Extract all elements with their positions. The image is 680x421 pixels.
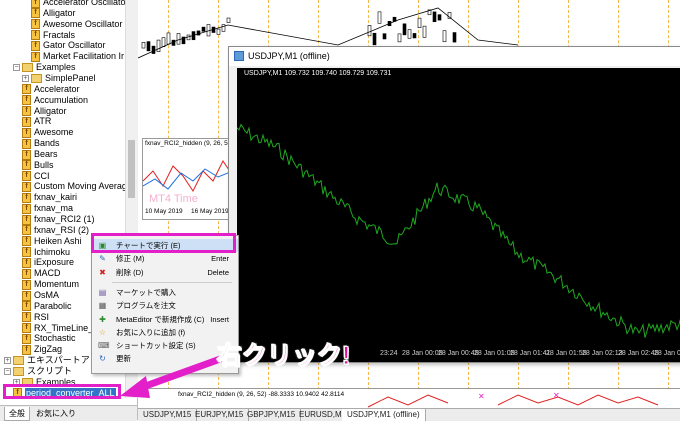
background-indicator-panel: fxnav_RCI2_hidden (9, 26, 52) MT4 Time 1… [142, 138, 234, 220]
tree-item-label: Bears [34, 148, 58, 159]
collapse-icon[interactable]: − [13, 64, 20, 72]
chart-tab-bar: USDJPY,M15 EURJPY,M15 GBPJPY,M15 EURUSD,… [138, 408, 680, 421]
indicator-lines [143, 160, 233, 192]
tree-item-label: Bulls [34, 159, 54, 170]
time-axis-label: 28 Jan 02:13 [582, 350, 623, 357]
right-click-callout: 右クリック! [216, 342, 351, 371]
menu-item-label: お気に入りに追加 (f) [116, 327, 186, 337]
menu-item-label: プログラムを注文 [116, 301, 176, 311]
indicator-label: fxnav_RCI2_hidden (9, 26, 52) [145, 140, 234, 147]
time-axis-label: 28 Jan 00:45 [438, 350, 479, 357]
arrow-icon [120, 354, 227, 398]
menu-item-delete[interactable]: ✖ 削除 (D) Delete [92, 266, 238, 279]
chart-tab-usdjpy-m1-offline[interactable]: USDJPY,M1 (offline) [342, 409, 426, 421]
menu-item-label: マーケットで購入 [116, 287, 176, 297]
menu-item-shortcut: Enter [211, 254, 229, 264]
svg-text:✕: ✕ [553, 391, 560, 400]
tree-item-label: Ichimoku [34, 246, 71, 257]
scrollbar-thumb[interactable] [128, 140, 135, 198]
date-label: 16 May 2019 [191, 208, 229, 215]
menu-item-label: 削除 (D) [116, 267, 144, 277]
menu-item-label: 修正 (M) [116, 254, 145, 264]
offline-chart-window[interactable]: USDJPY,M1 (offline) USDJPY,M1 109.732 10… [228, 46, 680, 363]
expand-icon[interactable]: + [22, 75, 29, 83]
tree-item-label: Momentum [34, 279, 80, 290]
menu-item-market[interactable]: ▤ マーケットで購入 [92, 286, 238, 299]
navigator-tab-bar: 全般 お気に入り [0, 405, 137, 421]
highlight-frame-run-on-chart [91, 233, 236, 253]
tree-item-label: Stochastic [34, 333, 76, 344]
tree-item-label: ZigZag [34, 344, 63, 355]
tree-item-label: MACD [34, 268, 61, 279]
chart-tab-gbpjpy-m15[interactable]: GBPJPY,M15 [242, 409, 302, 421]
refresh-icon: ↻ [99, 354, 106, 364]
tree-item-label: Heiken Ashi [34, 235, 82, 246]
time-axis-label: 28 Jan 02:45 [618, 350, 659, 357]
tree-item-label: Alligator [34, 105, 67, 116]
tree-item-label: fxnav_ma [34, 203, 74, 214]
date-label: 10 May 2019 [145, 208, 183, 215]
window-title: USDJPY,M1 (offline) [248, 51, 330, 61]
tree-item-label: Examples [36, 62, 76, 73]
tree-item-label: Market Facilitation Ir [43, 51, 125, 62]
tree-item-label: Gator Oscillator [43, 40, 106, 51]
time-axis-label: 28 Jan 01:41 [510, 350, 551, 357]
chart-window-icon [234, 51, 244, 61]
time-axis-label: 28 Jan 01:05 [474, 350, 515, 357]
metaeditor-icon: ✚ [99, 314, 106, 324]
svg-text:✕: ✕ [478, 392, 485, 401]
time-axis-label: 28 Jan 01:55 [546, 350, 587, 357]
time-axis-label: 28 Jan 03 [654, 350, 680, 357]
tree-item-label: CCI [34, 170, 50, 181]
folder-icon [31, 74, 42, 84]
tree-item-label: Bands [34, 138, 60, 149]
tree-item-label: fxnav_RSI (2) [34, 224, 90, 235]
price-chart[interactable]: USDJPY,M1 109.732 109.740 109.729 109.73… [237, 68, 680, 362]
window-title-bar[interactable]: USDJPY,M1 (offline) [229, 47, 680, 66]
folder-icon [13, 367, 24, 377]
tab-favorites[interactable]: お気に入り [32, 407, 80, 420]
tree-item-label: Parabolic [34, 300, 72, 311]
tree-item-label: Alligator [43, 7, 76, 18]
tree-item-label: Awesome [34, 127, 74, 138]
chart-tab-usdjpy-m15[interactable]: USDJPY,M15 [138, 409, 198, 421]
tree-item-label: Awesome Oscillator [43, 18, 123, 29]
menu-separator [112, 281, 232, 283]
folder-icon [22, 63, 33, 73]
menu-item-shortcut: Insert [210, 314, 229, 324]
tree-item-label: ATR [34, 116, 52, 127]
order-icon: ▦ [98, 301, 107, 311]
tree-item-label: OsMA [34, 289, 60, 300]
tree-item-label: Custom Moving Average [34, 181, 132, 192]
menu-item-label: MetaEditor で新規作成 (C) [116, 314, 205, 324]
favorite-icon: ☆ [98, 327, 107, 337]
menu-item-order[interactable]: ▦ プログラムを注文 [92, 299, 238, 312]
time-axis-label: 23:24 [380, 350, 398, 357]
menu-item-edit[interactable]: ✎ 修正 (M) Enter [92, 252, 238, 265]
highlight-frame-script [3, 384, 121, 399]
tree-item-label: fxnav_kairi [34, 192, 78, 203]
tab-common[interactable]: 全般 [4, 407, 30, 421]
menu-item-metaeditor[interactable]: ✚ MetaEditor で新規作成 (C) Insert [92, 313, 238, 326]
tree-item-label: RSI [34, 311, 50, 322]
time-axis-label: 28 Jan 00:05 [402, 350, 443, 357]
market-icon: ▤ [98, 287, 107, 297]
menu-item-shortcut: Delete [207, 267, 229, 277]
chart-tab-eurjpy-m15[interactable]: EURJPY,M15 [190, 409, 250, 421]
collapse-icon[interactable]: − [4, 368, 11, 376]
shortcut-icon: ⌨ [98, 341, 110, 351]
delete-icon: ✖ [99, 267, 106, 277]
tree-item-label: スクリプト [27, 365, 73, 376]
tree-item-label: Accumulation [34, 94, 89, 105]
folder-icon [13, 356, 24, 366]
expand-icon[interactable]: + [4, 357, 11, 365]
tree-item-label: Fractals [43, 29, 76, 40]
tree-item-label: iExposure [34, 257, 75, 268]
tree-item-label: Accelerator [34, 83, 80, 94]
tree-item-label: fxnav_RCI2 (1) [34, 214, 95, 224]
tree-item-label: SimplePanel [45, 72, 96, 83]
price-line [237, 123, 680, 338]
edit-icon: ✎ [99, 254, 106, 264]
